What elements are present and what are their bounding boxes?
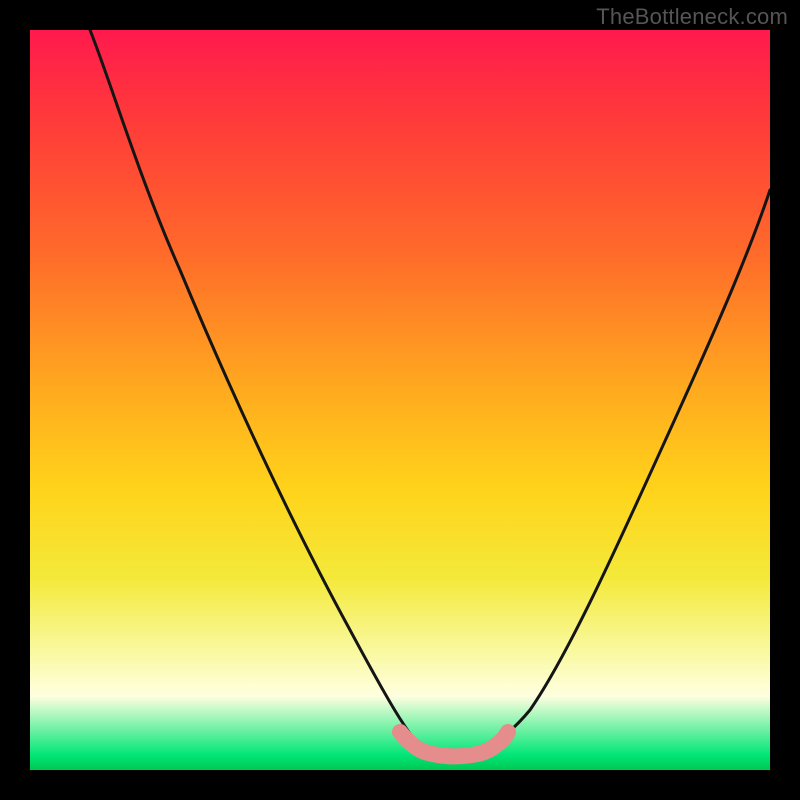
watermark-label: TheBottleneck.com	[596, 4, 788, 30]
bottleneck-curve	[90, 30, 770, 755]
curve-layer	[30, 30, 770, 770]
plot-area	[30, 30, 770, 770]
chart-frame: TheBottleneck.com	[0, 0, 800, 800]
plateau-highlight	[400, 732, 508, 756]
